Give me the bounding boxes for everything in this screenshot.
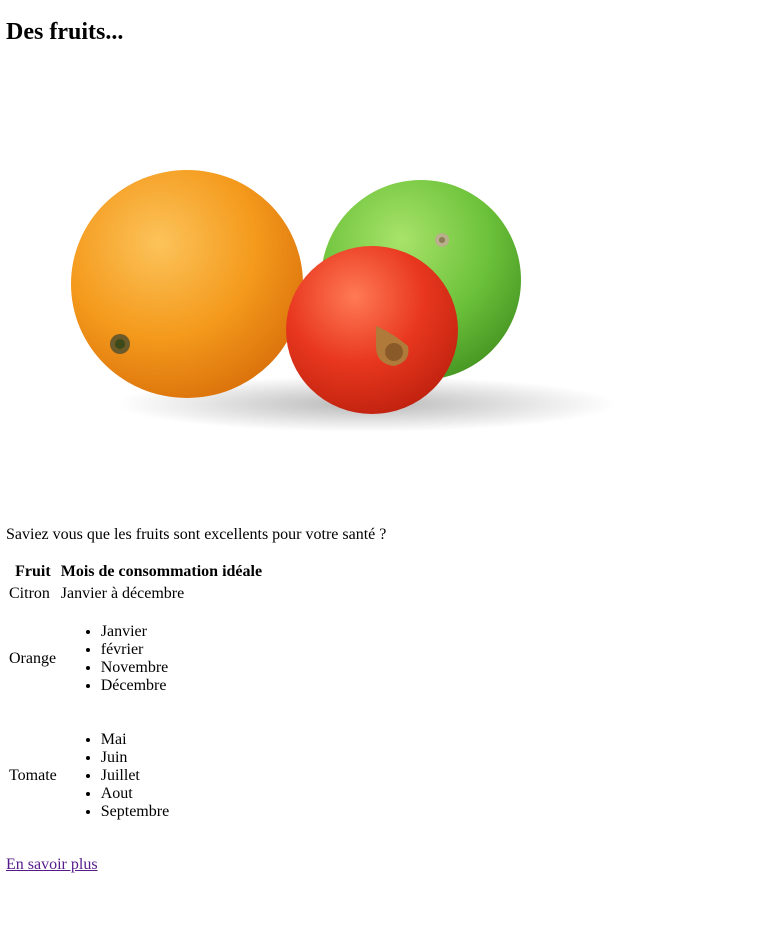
- fruit-name-cell: Citron: [9, 585, 50, 602]
- list-item: Aout: [101, 785, 262, 803]
- months-list: Janvier février Novembre Décembre: [61, 623, 262, 695]
- list-item: Juin: [101, 749, 262, 767]
- table-row: Citron Janvier à décembre: [8, 584, 263, 604]
- fruits-photo-icon: [71, 170, 616, 432]
- list-item: Mai: [101, 731, 262, 749]
- learn-more-link[interactable]: En savoir plus: [6, 855, 98, 875]
- months-list: Mai Juin Juillet Aout Septembre: [61, 731, 262, 821]
- list-item: Novembre: [101, 659, 262, 677]
- page-title: Des fruits...: [6, 19, 124, 45]
- column-header-months: Mois de consommation idéale: [60, 563, 263, 580]
- months-cell: Janvier à décembre: [60, 585, 185, 602]
- list-item: février: [101, 641, 262, 659]
- tomato-icon: [286, 246, 458, 414]
- fruit-name-cell: Orange: [9, 650, 57, 667]
- fruit-table: Fruit Mois de consommation idéale Citron…: [6, 560, 265, 840]
- table-row: Tomate Mai Juin Juillet Aout Septembre: [8, 714, 263, 838]
- intro-text: Saviez vous que les fruits sont excellen…: [6, 526, 387, 543]
- table-row: Orange Janvier février Novembre Décembre: [8, 606, 263, 712]
- list-item: Décembre: [101, 677, 262, 695]
- table-header-row: Fruit Mois de consommation idéale: [8, 562, 263, 582]
- column-header-fruit: Fruit: [15, 563, 51, 580]
- months-cell: Mai Juin Juillet Aout Septembre: [60, 714, 263, 838]
- fruit-name-cell: Tomate: [9, 767, 57, 784]
- orange-icon: [71, 170, 303, 398]
- list-item: Janvier: [101, 623, 262, 641]
- months-cell: Janvier février Novembre Décembre: [60, 606, 263, 712]
- list-item: Juillet: [101, 767, 262, 785]
- list-item: Septembre: [101, 803, 262, 821]
